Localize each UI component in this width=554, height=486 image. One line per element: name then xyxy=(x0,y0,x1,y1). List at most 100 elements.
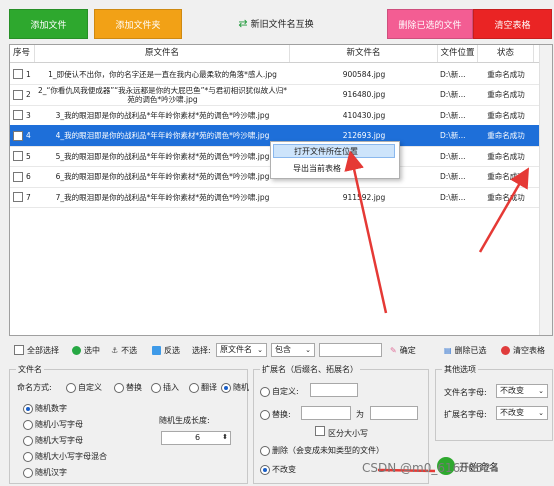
mode-custom-radio[interactable]: 自定义 xyxy=(66,382,102,393)
ext-replace-from-input[interactable] xyxy=(301,406,351,420)
table-row[interactable]: 1 1_即使认不出你，你的名字还是一直在我内心最柔软的角落*感人.jpg 90058… xyxy=(10,63,552,85)
mode-insert-radio[interactable]: 插入 xyxy=(151,382,179,393)
radio-icon xyxy=(260,445,270,456)
add-folder-button[interactable]: 添加文件夹 xyxy=(94,9,182,39)
length-value: 6 xyxy=(194,433,201,442)
row-status: 重命名成功 xyxy=(487,131,525,140)
menu-open-location[interactable]: 打开文件所在位置 xyxy=(273,144,395,158)
ext-unchanged-radio[interactable]: 不改变 xyxy=(260,464,296,475)
row-checkbox[interactable] xyxy=(13,171,23,182)
ext-replace-radio[interactable]: 替换: xyxy=(260,409,291,420)
random-uppercase-radio[interactable]: 随机大写字母 xyxy=(23,435,83,446)
table-row[interactable]: 7 7_我的眼泪即是你的战利品*年年岭你素材*苑的调色*吟沙啸.jpg 911592… xyxy=(10,186,552,208)
radio-icon xyxy=(260,409,270,420)
ext-delete-radio[interactable]: 删除（会变成未知类型的文件） xyxy=(260,445,384,456)
row-new-name: 900584.jpg xyxy=(342,69,386,79)
length-spinner[interactable]: 6 ⬍ xyxy=(161,431,231,445)
clear-table-small-button[interactable]: 清空表格 xyxy=(501,343,545,357)
vertical-scrollbar[interactable] xyxy=(539,45,552,335)
case-sensitive-checkbox[interactable]: 区分大小写 xyxy=(315,426,368,439)
close-icon xyxy=(501,345,510,355)
filename-case-dropdown[interactable]: 不改变 ⌄ xyxy=(496,384,548,398)
header-index: 序号 xyxy=(10,45,35,62)
filter-input[interactable] xyxy=(319,343,382,357)
radio-icon xyxy=(114,382,124,393)
row-checkbox[interactable] xyxy=(13,89,23,100)
row-status: 重命名成功 xyxy=(487,69,525,79)
row-checkbox[interactable] xyxy=(13,69,23,79)
row-status: 重命名成功 xyxy=(487,110,525,120)
row-checkbox[interactable] xyxy=(13,130,23,141)
radio-icon xyxy=(151,382,161,393)
invert-button[interactable]: 反选 xyxy=(152,343,180,357)
brush-icon: ✎ xyxy=(390,345,397,355)
swap-names-button[interactable]: ⇄ 新旧文件名互换 xyxy=(229,9,323,37)
ext-replace-to-input[interactable] xyxy=(370,406,418,420)
row-status: 重命名成功 xyxy=(487,151,525,161)
contains-dropdown[interactable]: 包含 ⌄ xyxy=(271,343,315,357)
delete-selected-button[interactable]: ▤ 删除已选 xyxy=(444,343,487,357)
ext-case-label: 扩展名字母: xyxy=(444,410,487,419)
row-new-name: 410430.jpg xyxy=(342,110,386,120)
row-new-name: 911592.jpg xyxy=(342,192,386,202)
ext-case-value: 不改变 xyxy=(500,408,524,417)
row-original-name: 7_我的眼泪即是你的战利品*年年岭你素材*苑的调色*吟沙啸.jpg xyxy=(55,192,270,202)
random-uppercase-label: 随机大写字母 xyxy=(35,436,83,445)
menu-export-table[interactable]: 导出当前表格 xyxy=(273,162,395,176)
header-location: 文件位置 xyxy=(438,45,478,62)
row-original-name: 4_我的眼泪即是你的战利品*年年岭你素材*苑的调色*吟沙啸.jpg xyxy=(55,131,270,140)
random-mixed-radio[interactable]: 随机大小写字母混合 xyxy=(23,451,107,462)
extension-group-title: 扩展名（后缀名、拓展名） xyxy=(260,364,360,375)
row-checkbox[interactable] xyxy=(13,192,23,202)
row-index: 6 xyxy=(26,172,31,181)
filename-case-label: 文件名字母: xyxy=(444,388,487,397)
row-index-cell: 4 xyxy=(10,125,35,147)
mode-translate-radio[interactable]: 翻译 xyxy=(189,382,217,393)
confirm-button[interactable]: ✎ 确定 xyxy=(390,343,416,357)
unselect-label: 不选 xyxy=(121,345,138,355)
select-checked-button[interactable]: 选中 xyxy=(72,343,100,357)
row-index-cell: 7 xyxy=(10,186,35,208)
select-all-checkbox[interactable]: 全部选择 xyxy=(14,343,59,357)
ext-custom-radio[interactable]: 自定义: xyxy=(260,386,299,397)
clear-table-small-label: 清空表格 xyxy=(513,345,545,355)
invert-label: 反选 xyxy=(164,345,180,355)
row-original-name: 6_我的眼泪即是你的战利品*年年岭你素材*苑的调色*吟沙啸.jpg xyxy=(55,172,270,181)
clear-table-button[interactable]: 清空表格 xyxy=(473,9,552,39)
row-index-cell: 2 xyxy=(10,84,35,106)
row-original-name: 5_我的眼泪即是你的战利品*年年岭你素材*苑的调色*吟沙啸.jpg xyxy=(55,151,270,161)
table-row[interactable]: 3 3_我的眼泪即是你的战利品*年年岭你素材*苑的调色*吟沙啸.jpg 410430… xyxy=(10,104,552,126)
mode-random-radio[interactable]: 随机 xyxy=(221,382,249,393)
filename-group-title: 文件名 xyxy=(16,364,44,375)
row-checkbox[interactable] xyxy=(13,151,23,161)
row-original-name: 3_我的眼泪即是你的战利品*年年岭你素材*苑的调色*吟沙啸.jpg xyxy=(55,110,270,120)
delete-selected-label: 删除已选 xyxy=(454,345,487,355)
row-index: 7 xyxy=(26,192,31,202)
ext-case-dropdown[interactable]: 不改变 ⌄ xyxy=(496,406,548,420)
random-chinese-radio[interactable]: 随机汉字 xyxy=(23,467,67,478)
add-file-button[interactable]: 添加文件 xyxy=(9,9,88,39)
random-mixed-label: 随机大小写字母混合 xyxy=(35,452,107,461)
row-checkbox[interactable] xyxy=(13,110,23,120)
file-table[interactable]: 序号 原文件名 新文件名 文件位置 状态 1 1_即使认不出你，你的名字还是一直在… xyxy=(9,44,553,336)
random-lowercase-radio[interactable]: 随机小写字母 xyxy=(23,419,83,430)
row-status: 重命名成功 xyxy=(487,90,525,99)
mode-replace-radio[interactable]: 替换 xyxy=(114,382,142,393)
case-sensitive-label: 区分大小写 xyxy=(328,429,368,438)
row-new-name: 916480.jpg xyxy=(342,90,386,99)
select-label: 选择: xyxy=(192,345,211,355)
row-status: 重命名成功 xyxy=(487,172,525,181)
row-index: 5 xyxy=(26,151,31,161)
ext-custom-input[interactable] xyxy=(310,383,358,397)
radio-icon xyxy=(23,435,33,446)
random-digits-radio[interactable]: 随机数字 xyxy=(23,403,67,414)
other-group-title: 其他选项 xyxy=(442,364,478,375)
unselect-button[interactable]: ⚓ 不选 xyxy=(111,343,137,357)
table-row[interactable]: 2 2_“你看仇风我便成器”“我永远都是你的大屁巴鱼”*与君初相识犹似故人归*苑的… xyxy=(10,84,552,106)
spinner-arrows-icon[interactable]: ⬍ xyxy=(222,431,228,443)
field-dropdown[interactable]: 原文件名 ⌄ xyxy=(216,343,267,357)
chevron-down-icon: ⌄ xyxy=(538,387,544,395)
header-original: 原文件名 xyxy=(35,45,290,62)
delete-selected-files-button[interactable]: 删除已选的文件 xyxy=(387,9,473,39)
ext-unchanged-label: 不改变 xyxy=(272,465,296,474)
